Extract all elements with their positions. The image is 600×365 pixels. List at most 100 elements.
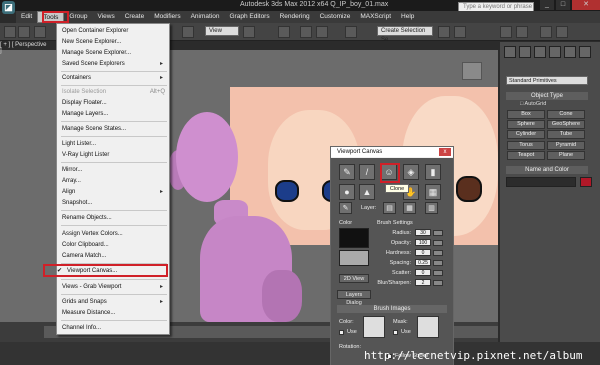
brush-settings-icon[interactable]: ✎ [339, 202, 352, 214]
minimize-icon[interactable]: _ [540, 0, 554, 10]
radius-spinner[interactable]: 30 [415, 229, 431, 236]
spacing-slider[interactable] [433, 260, 443, 266]
pyramid-button[interactable]: Pyramid [547, 141, 585, 150]
brush-images-rollout[interactable]: Brush Images [337, 305, 447, 313]
plane-button[interactable]: Plane [547, 151, 585, 160]
menu-rendering[interactable]: Rendering [275, 11, 315, 23]
box-button[interactable]: Box [507, 110, 545, 119]
menu-item-open-container-explorer[interactable]: Open Container Explorer [61, 26, 167, 36]
menu-item-new-scene-explorer[interactable]: New Scene Explorer... [61, 37, 167, 47]
teapot-button[interactable]: Teapot [507, 151, 545, 160]
menu-edit[interactable]: Edit [16, 11, 37, 23]
brush-color-image[interactable] [363, 316, 385, 338]
2d-view-button[interactable]: 2D View [339, 274, 369, 283]
menu-item-array[interactable]: Array... [61, 176, 167, 186]
layer-add-icon[interactable]: ▦ [403, 202, 416, 214]
menu-item-light-lister[interactable]: Light Lister... [61, 139, 167, 149]
paint-brush-icon[interactable]: ✎ [339, 164, 355, 180]
menu-item-grids-and-snaps[interactable]: Grids and Snaps ▸ [61, 297, 167, 307]
sharpen-icon[interactable]: ▲ [359, 184, 375, 200]
menu-item-manage-layers[interactable]: Manage Layers... [61, 109, 167, 119]
blur-sharpen-spinner[interactable]: 2 [415, 279, 431, 286]
opacity-slider[interactable] [433, 240, 443, 246]
hardness-spinner[interactable]: 0 [415, 249, 431, 256]
autogrid-checkbox[interactable]: □ AutoGrid [520, 101, 546, 107]
link-icon[interactable] [34, 26, 46, 38]
dialog-close-button[interactable]: x [439, 148, 451, 156]
menu-item-display-floater[interactable]: Display Floater... [61, 98, 167, 108]
menu-item-mirror[interactable]: Mirror... [61, 165, 167, 175]
layer-icon[interactable]: ▤ [383, 202, 396, 214]
blur-sharpen-slider[interactable] [433, 280, 443, 286]
primitive-type-dropdown[interactable]: Standard Primitives [506, 76, 588, 85]
viewcube-icon[interactable] [462, 62, 482, 80]
menu-item-containers[interactable]: Containers ▸ [61, 73, 167, 83]
scatter-slider[interactable] [433, 270, 443, 276]
color-palette[interactable] [339, 250, 369, 266]
select-object-icon[interactable] [182, 26, 194, 38]
cylinder-button[interactable]: Cylinder [507, 130, 545, 139]
menu-maxscript[interactable]: MAXScript [355, 11, 396, 23]
object-type-rollout[interactable]: Object Type [506, 92, 588, 100]
menu-item-vray-light-lister[interactable]: V-Ray Light Lister [61, 150, 167, 160]
menu-item-measure-distance[interactable]: Measure Distance... [61, 308, 167, 318]
foreground-color-swatch[interactable] [339, 228, 369, 248]
menu-views[interactable]: Views [92, 11, 119, 23]
select-and-manipulate-icon[interactable] [278, 26, 290, 38]
menu-item-channel-info[interactable]: Channel Info... [61, 323, 167, 333]
viewport-label[interactable]: [ + ] [ Perspective ] [0, 42, 48, 54]
menu-item-saved-scene-explorers[interactable]: Saved Scene Explorers ▸ [61, 59, 167, 69]
model-head[interactable] [176, 112, 238, 202]
menu-item-color-clipboard[interactable]: Color Clipboard... [61, 240, 167, 250]
render-frame-icon[interactable] [540, 26, 552, 38]
snap-toggle-icon[interactable] [300, 26, 312, 38]
render-setup-icon[interactable] [516, 26, 528, 38]
layer-options-icon[interactable]: ▥ [425, 202, 438, 214]
modify-tab-icon[interactable] [519, 46, 531, 58]
menu-item-snapshot[interactable]: Snapshot... [61, 198, 167, 208]
fill-bucket-icon[interactable]: ◈ [403, 164, 419, 180]
brush-mask-image[interactable] [417, 316, 439, 338]
menu-help[interactable]: Help [396, 11, 419, 23]
display-tab-icon[interactable] [564, 46, 576, 58]
align-icon[interactable] [454, 26, 466, 38]
tube-button[interactable]: Tube [547, 130, 585, 139]
named-selection-set-dropdown[interactable]: Create Selection Se [377, 26, 433, 43]
menu-item-rename-objects[interactable]: Rename Objects... [61, 213, 167, 223]
geosphere-button[interactable]: GeoSphere [547, 120, 585, 129]
app-logo-icon[interactable]: ◪ [2, 1, 15, 14]
object-color-swatch[interactable] [580, 177, 592, 187]
cone-button[interactable]: Cone [547, 110, 585, 119]
menu-item-camera-match[interactable]: Camera Match... [61, 251, 167, 261]
mask-use-checkbox[interactable] [393, 330, 398, 335]
menu-item-manage-scene-states[interactable]: Manage Scene States... [61, 124, 167, 134]
hardness-slider[interactable] [433, 250, 443, 256]
scatter-spinner[interactable]: 0 [415, 269, 431, 276]
sphere-button[interactable]: Sphere [507, 120, 545, 129]
reference-coordinate-dropdown[interactable]: View [205, 26, 239, 36]
torus-button[interactable]: Torus [507, 141, 545, 150]
hierarchy-tab-icon[interactable] [534, 46, 546, 58]
motion-tab-icon[interactable] [549, 46, 561, 58]
pivot-icon[interactable] [243, 26, 255, 38]
eraser-icon[interactable]: / [359, 164, 375, 180]
spacing-spinner[interactable]: 0.25 [415, 259, 431, 266]
radius-slider[interactable] [433, 230, 443, 236]
dialog-title[interactable]: Viewport Canvas [331, 147, 453, 157]
render-icon[interactable] [556, 26, 568, 38]
opacity-spinner[interactable]: 100 [415, 239, 431, 246]
menu-item-assign-vertex-colors[interactable]: Assign Vertex Colors... [61, 229, 167, 239]
mirror-icon[interactable] [438, 26, 450, 38]
percent-snap-icon[interactable] [345, 26, 357, 38]
material-editor-icon[interactable] [500, 26, 512, 38]
menu-customize[interactable]: Customize [315, 11, 356, 23]
blur-icon[interactable]: ● [339, 184, 355, 200]
gradient-icon[interactable]: ▮ [425, 164, 441, 180]
create-tab-icon[interactable] [504, 46, 516, 58]
burn-icon[interactable]: ▦ [425, 184, 441, 200]
color-use-checkbox[interactable] [339, 330, 344, 335]
menu-animation[interactable]: Animation [186, 11, 225, 23]
menu-create[interactable]: Create [120, 11, 150, 23]
utilities-tab-icon[interactable] [579, 46, 591, 58]
name-and-color-rollout[interactable]: Name and Color [506, 166, 588, 174]
